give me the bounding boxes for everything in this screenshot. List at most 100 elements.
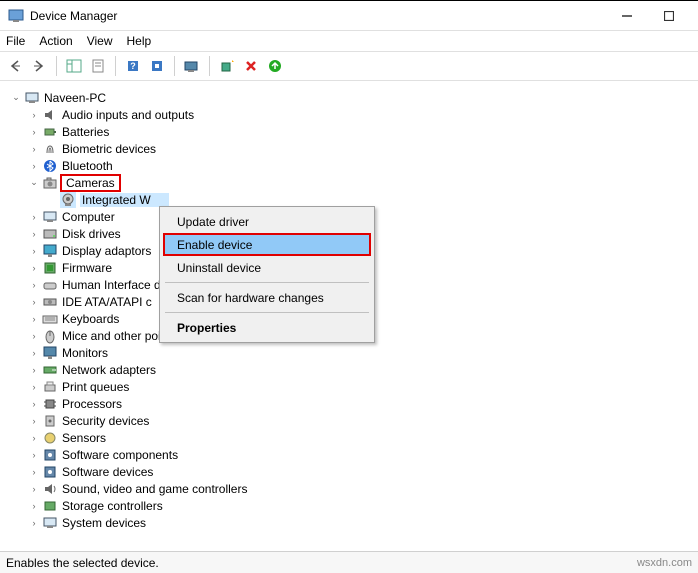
category-icon	[42, 447, 58, 463]
tree-category[interactable]: ›Biometric devices	[6, 140, 692, 157]
expand-icon[interactable]: ›	[28, 313, 40, 325]
expand-icon[interactable]: ›	[28, 347, 40, 359]
uninstall-button[interactable]	[240, 55, 262, 77]
expand-icon[interactable]: ›	[28, 381, 40, 393]
category-icon	[42, 107, 58, 123]
add-legacy-button[interactable]	[216, 55, 238, 77]
menu-help[interactable]: Help	[127, 34, 152, 48]
category-icon	[42, 294, 58, 310]
category-label: Security devices	[62, 414, 149, 428]
enable-button[interactable]	[264, 55, 286, 77]
maximize-button[interactable]	[648, 2, 690, 30]
expand-icon[interactable]: ›	[28, 296, 40, 308]
tree-category[interactable]: ›Sensors	[6, 429, 692, 446]
expand-icon[interactable]: ›	[28, 415, 40, 427]
menu-scan-hardware[interactable]: Scan for hardware changes	[163, 286, 371, 309]
properties-button[interactable]	[87, 55, 109, 77]
category-icon	[42, 209, 58, 225]
tree-category[interactable]: ›Storage controllers	[6, 497, 692, 514]
tree-category[interactable]: ›Monitors	[6, 344, 692, 361]
tree-category[interactable]: › Network adapters	[6, 361, 692, 378]
computer-icon	[24, 90, 40, 106]
help-button[interactable]: ?	[122, 55, 144, 77]
category-label: Bluetooth	[62, 159, 113, 173]
category-icon	[42, 515, 58, 531]
expand-icon[interactable]: ›	[28, 160, 40, 172]
action-button[interactable]	[146, 55, 168, 77]
scan-button[interactable]	[181, 55, 203, 77]
category-label: Cameras	[60, 174, 121, 192]
show-hide-tree-button[interactable]	[63, 55, 85, 77]
tree-category[interactable]: › Bluetooth	[6, 157, 692, 174]
category-icon	[42, 413, 58, 429]
expand-icon[interactable]: ›	[28, 517, 40, 529]
category-icon	[42, 481, 58, 497]
tree-category[interactable]: › Audio inputs and outputs	[6, 106, 692, 123]
tree-category[interactable]: ›Software devices	[6, 463, 692, 480]
back-button[interactable]	[4, 55, 26, 77]
expand-icon[interactable]: ›	[28, 466, 40, 478]
titlebar: Device Manager	[0, 1, 698, 31]
window-title: Device Manager	[30, 9, 606, 23]
expand-icon[interactable]: ›	[28, 262, 40, 274]
tree-category[interactable]: ›Batteries	[6, 123, 692, 140]
category-icon	[42, 243, 58, 259]
expand-icon[interactable]: ›	[28, 432, 40, 444]
context-menu: Update driver Enable device Uninstall de…	[159, 206, 375, 343]
tree-category[interactable]: ›System devices	[6, 514, 692, 531]
tree-category[interactable]: ›Print queues	[6, 378, 692, 395]
category-label: Display adaptors	[62, 244, 151, 258]
tree-root[interactable]: ⌄ Naveen-PC	[6, 89, 692, 106]
expand-icon[interactable]: ›	[28, 126, 40, 138]
category-label: Keyboards	[62, 312, 119, 326]
expand-icon[interactable]: ›	[28, 483, 40, 495]
expand-icon[interactable]: ›	[28, 364, 40, 376]
menu-action[interactable]: Action	[39, 34, 72, 48]
expand-icon[interactable]: ›	[28, 143, 40, 155]
category-icon	[42, 345, 58, 361]
expand-icon[interactable]: ⌄	[28, 177, 40, 189]
menu-view[interactable]: View	[87, 34, 113, 48]
tree-category[interactable]: ›Processors	[6, 395, 692, 412]
category-icon	[42, 158, 58, 174]
status-bar: Enables the selected device.	[0, 551, 698, 573]
expand-icon[interactable]: ›	[28, 500, 40, 512]
category-icon	[42, 430, 58, 446]
category-label: Computer	[62, 210, 115, 224]
category-label: Audio inputs and outputs	[62, 108, 194, 122]
category-icon	[42, 260, 58, 276]
expand-icon[interactable]: ›	[28, 211, 40, 223]
category-label: Software components	[62, 448, 178, 462]
expand-icon[interactable]: ›	[28, 109, 40, 121]
tree-category[interactable]: › Sound, video and game controllers	[6, 480, 692, 497]
menu-properties[interactable]: Properties	[163, 316, 371, 339]
menu-separator	[165, 282, 369, 283]
category-label: IDE ATA/ATAPI c	[62, 295, 152, 309]
expand-icon[interactable]: ›	[28, 245, 40, 257]
menu-update-driver[interactable]: Update driver	[163, 210, 371, 233]
menu-file[interactable]: File	[6, 34, 25, 48]
tree-category[interactable]: › Software components	[6, 446, 692, 463]
category-label: Human Interface d	[62, 278, 161, 292]
category-label: Network adapters	[62, 363, 156, 377]
category-icon	[42, 175, 58, 191]
expand-icon[interactable]: ›	[28, 228, 40, 240]
menu-enable-device[interactable]: Enable device	[163, 233, 371, 256]
category-icon	[42, 311, 58, 327]
category-label: Firmware	[62, 261, 112, 275]
category-icon	[42, 396, 58, 412]
category-icon	[42, 328, 58, 344]
expand-icon[interactable]: ›	[28, 449, 40, 461]
tree-category[interactable]: › Security devices	[6, 412, 692, 429]
minimize-button[interactable]	[606, 2, 648, 30]
menu-uninstall-device[interactable]: Uninstall device	[163, 256, 371, 279]
expand-icon[interactable]: ›	[28, 398, 40, 410]
collapse-icon[interactable]: ⌄	[10, 92, 22, 104]
expand-icon[interactable]: ›	[28, 330, 40, 342]
forward-button[interactable]	[28, 55, 50, 77]
category-label: Sound, video and game controllers	[62, 482, 247, 496]
app-icon	[8, 8, 24, 24]
tree-category[interactable]: ⌄ Cameras	[6, 174, 692, 191]
category-icon	[42, 141, 58, 157]
expand-icon[interactable]: ›	[28, 279, 40, 291]
